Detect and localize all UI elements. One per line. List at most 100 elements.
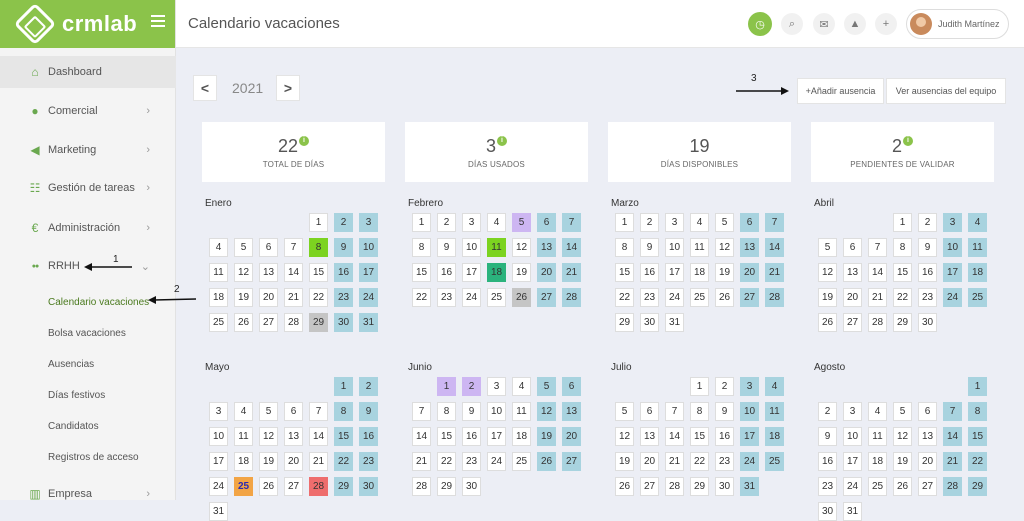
- day-cell[interactable]: 25: [968, 288, 987, 307]
- day-cell[interactable]: 13: [562, 402, 581, 421]
- day-cell[interactable]: 9: [640, 238, 659, 257]
- info-icon[interactable]: i: [299, 136, 310, 146]
- day-cell[interactable]: 1: [412, 213, 431, 232]
- day-cell[interactable]: 8: [615, 238, 634, 257]
- day-cell[interactable]: 9: [715, 402, 734, 421]
- day-cell[interactable]: 1: [690, 377, 709, 396]
- day-cell[interactable]: 14: [868, 263, 887, 282]
- day-cell[interactable]: 12: [234, 263, 253, 282]
- day-cell[interactable]: 31: [665, 313, 684, 332]
- day-cell[interactable]: 23: [359, 452, 378, 471]
- day-cell[interactable]: 4: [487, 213, 506, 232]
- day-cell[interactable]: 19: [893, 452, 912, 471]
- day-cell[interactable]: 27: [562, 452, 581, 471]
- day-cell[interactable]: 13: [640, 427, 659, 446]
- day-cell[interactable]: 30: [818, 502, 837, 521]
- day-cell[interactable]: 22: [968, 452, 987, 471]
- day-cell[interactable]: 5: [615, 402, 634, 421]
- sidebar-item-empresa[interactable]: ▥ Empresa ›: [0, 478, 176, 510]
- day-cell[interactable]: 22: [334, 452, 353, 471]
- day-cell[interactable]: 15: [893, 263, 912, 282]
- day-cell[interactable]: 4: [868, 402, 887, 421]
- day-cell[interactable]: 23: [437, 288, 456, 307]
- day-cell[interactable]: 26: [893, 477, 912, 496]
- day-cell[interactable]: 17: [740, 427, 759, 446]
- day-cell[interactable]: 28: [765, 288, 784, 307]
- day-cell[interactable]: 7: [765, 213, 784, 232]
- day-cell[interactable]: 5: [234, 238, 253, 257]
- day-cell[interactable]: 24: [209, 477, 228, 496]
- day-cell[interactable]: 4: [234, 402, 253, 421]
- day-cell[interactable]: 14: [309, 427, 328, 446]
- day-cell[interactable]: 21: [562, 263, 581, 282]
- day-cell[interactable]: 21: [665, 452, 684, 471]
- day-cell[interactable]: 18: [512, 427, 531, 446]
- day-cell[interactable]: 13: [740, 238, 759, 257]
- user-menu[interactable]: Judith Martínez: [906, 9, 1009, 39]
- menu-toggle-icon[interactable]: [151, 15, 165, 27]
- day-cell[interactable]: 28: [665, 477, 684, 496]
- day-cell[interactable]: 10: [462, 238, 481, 257]
- day-cell[interactable]: 9: [437, 238, 456, 257]
- submenu-item[interactable]: Días festivos: [48, 390, 105, 401]
- info-icon[interactable]: i: [903, 136, 913, 146]
- day-cell[interactable]: 23: [462, 452, 481, 471]
- day-cell[interactable]: 9: [462, 402, 481, 421]
- day-cell[interactable]: 25: [868, 477, 887, 496]
- add-button[interactable]: +: [875, 13, 897, 35]
- day-cell[interactable]: 14: [765, 238, 784, 257]
- day-cell[interactable]: 9: [818, 427, 837, 446]
- day-cell[interactable]: 17: [943, 263, 962, 282]
- day-cell[interactable]: 3: [487, 377, 506, 396]
- day-cell[interactable]: 25: [765, 452, 784, 471]
- day-cell[interactable]: 25: [209, 313, 228, 332]
- day-cell[interactable]: 26: [818, 313, 837, 332]
- day-cell[interactable]: 22: [615, 288, 634, 307]
- day-cell[interactable]: 18: [765, 427, 784, 446]
- day-cell[interactable]: 27: [740, 288, 759, 307]
- day-cell[interactable]: 24: [740, 452, 759, 471]
- day-cell[interactable]: 8: [690, 402, 709, 421]
- day-cell[interactable]: 6: [843, 238, 862, 257]
- day-cell[interactable]: 2: [359, 377, 378, 396]
- day-cell[interactable]: 17: [462, 263, 481, 282]
- day-cell[interactable]: 23: [818, 477, 837, 496]
- day-cell[interactable]: 20: [259, 288, 278, 307]
- prev-year-button[interactable]: <: [193, 75, 217, 101]
- day-cell[interactable]: 3: [462, 213, 481, 232]
- mail-button[interactable]: ✉: [813, 13, 835, 35]
- day-cell[interactable]: 28: [309, 477, 328, 496]
- submenu-item[interactable]: Calendario vacaciones: [48, 297, 149, 308]
- day-cell[interactable]: 26: [537, 452, 556, 471]
- day-cell[interactable]: 3: [209, 402, 228, 421]
- day-cell[interactable]: 30: [918, 313, 937, 332]
- day-cell[interactable]: 21: [412, 452, 431, 471]
- day-cell[interactable]: 19: [259, 452, 278, 471]
- day-cell[interactable]: 11: [512, 402, 531, 421]
- day-cell[interactable]: 29: [968, 477, 987, 496]
- day-cell[interactable]: 10: [487, 402, 506, 421]
- day-cell[interactable]: 24: [462, 288, 481, 307]
- day-cell[interactable]: 28: [284, 313, 303, 332]
- day-cell[interactable]: 4: [690, 213, 709, 232]
- add-absence-button[interactable]: +Añadir ausencia: [797, 78, 884, 104]
- sidebar-item-dashboard[interactable]: ⌂ Dashboard: [0, 56, 176, 88]
- day-cell[interactable]: 29: [615, 313, 634, 332]
- day-cell[interactable]: 2: [640, 213, 659, 232]
- submenu-item[interactable]: Registros de acceso: [48, 452, 139, 463]
- sidebar-item-marketing[interactable]: ◀ Marketing ›: [0, 134, 176, 166]
- info-icon[interactable]: i: [497, 136, 507, 146]
- day-cell[interactable]: 1: [309, 213, 328, 232]
- day-cell[interactable]: 17: [209, 452, 228, 471]
- day-cell[interactable]: 27: [843, 313, 862, 332]
- day-cell[interactable]: 24: [943, 288, 962, 307]
- day-cell[interactable]: 3: [665, 213, 684, 232]
- day-cell[interactable]: 26: [715, 288, 734, 307]
- day-cell[interactable]: 13: [259, 263, 278, 282]
- submenu-item[interactable]: Bolsa vacaciones: [48, 328, 126, 339]
- day-cell[interactable]: 30: [640, 313, 659, 332]
- day-cell[interactable]: 17: [843, 452, 862, 471]
- day-cell[interactable]: 14: [284, 263, 303, 282]
- day-cell[interactable]: 28: [943, 477, 962, 496]
- day-cell[interactable]: 26: [259, 477, 278, 496]
